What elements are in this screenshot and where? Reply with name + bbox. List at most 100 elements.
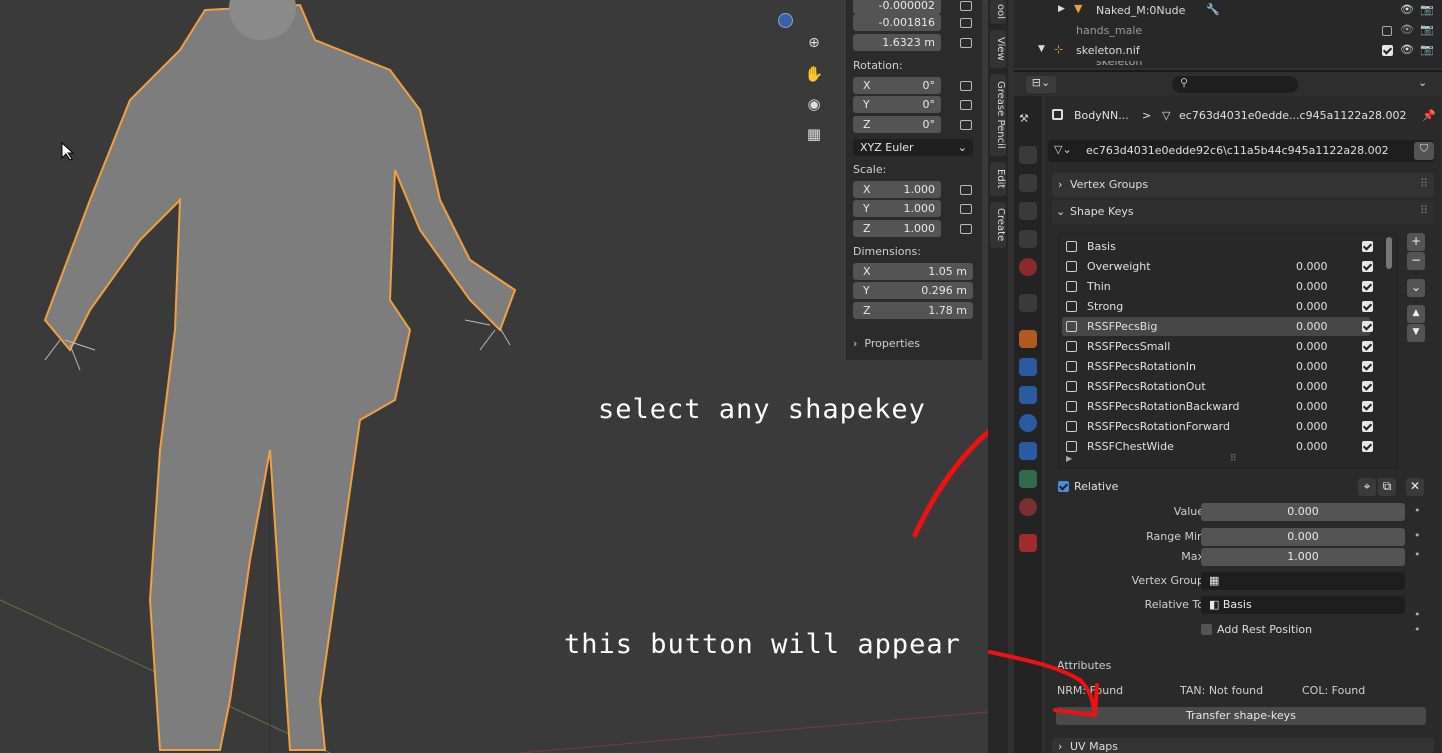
particles-icon[interactable] [1019,386,1037,404]
rotation-y-field[interactable]: Y 0° [853,96,941,113]
shape-key-mute-checkbox[interactable] [1362,401,1373,412]
shape-key-row[interactable]: Strong 0.000 [1062,297,1373,316]
relative-to-field[interactable]: ◧ Basis [1201,596,1405,614]
add-rest-position-checkbox[interactable] [1201,624,1212,635]
lock-icon[interactable] [960,204,972,214]
checkbox[interactable] [1382,26,1392,36]
dimension-x-field[interactable]: X 1.05 m [853,263,973,280]
scale-y-field[interactable]: Y 1.000 [853,200,941,217]
world-icon[interactable] [1019,258,1037,276]
mesh-data-icon[interactable] [1019,470,1037,488]
outliner-row[interactable]: ▼ ⊹ skeleton.nif 👁 📷 [1014,41,1442,61]
pin-shape-icon[interactable]: ⌖ [1358,478,1376,496]
shape-key-row[interactable]: Thin 0.000 [1062,277,1373,296]
scale-z-field[interactable]: Z 1.000 [853,220,941,237]
tab-tool[interactable]: ool [990,0,1006,24]
clear-shape-icon[interactable]: ✕ [1406,478,1424,496]
move-down-button[interactable]: ▼ [1407,324,1425,342]
scale-x-field[interactable]: X 1.000 [853,181,941,198]
search-input[interactable]: ⚲ [1172,76,1298,93]
max-field[interactable]: 1.000 [1201,548,1405,566]
outliner-row[interactable]: hands_male 👁 📷 [1014,21,1442,41]
value-field[interactable]: 0.000 [1201,503,1405,521]
chevron-down-icon[interactable]: ⌄ [1418,76,1427,89]
shape-key-row[interactable]: RSSFPecsRotationOut 0.000 [1062,377,1373,396]
dimension-y-field[interactable]: Y 0.296 m [853,282,973,299]
outliner-row[interactable]: ▶ ▼ Naked_M:0Nude 🔧 👁 📷 [1014,1,1442,21]
eye-icon[interactable]: 👁 [1400,3,1414,16]
rotation-z-field[interactable]: Z 0° [853,116,941,133]
lock-icon[interactable] [960,185,972,195]
shape-key-value[interactable]: 0.000 [1296,440,1328,453]
fake-user-shield-icon[interactable]: ⛉ [1414,142,1434,160]
move-up-button[interactable]: ▲ [1407,305,1425,323]
3d-viewport[interactable]: ⊕ ✋ ◉ ▦ -0.000002 -0.001816 1.6323 m Rot… [0,0,988,753]
shape-key-row[interactable]: RSSFPecsRotationIn 0.000 [1062,357,1373,376]
checkbox[interactable] [1382,45,1393,56]
vertex-group-field[interactable]: ▦ [1201,572,1405,590]
shape-key-value[interactable]: 0.000 [1296,360,1328,373]
shape-key-value[interactable]: 0.000 [1296,400,1328,413]
editor-type-icon[interactable]: ⊟⌄ [1026,76,1056,93]
tab-grease-pencil[interactable]: Grease Pencil [990,74,1006,156]
relative-checkbox[interactable] [1058,481,1069,492]
view-layer-icon[interactable] [1019,202,1037,220]
mesh-icon[interactable]: ▽⌄ [1054,143,1072,156]
material-icon[interactable] [1019,498,1037,516]
shape-key-mute-checkbox[interactable] [1362,321,1373,332]
shape-key-specials-button[interactable]: ⌄ [1407,279,1425,297]
add-shape-key-button[interactable]: + [1407,233,1425,251]
rotation-mode-select[interactable]: XYZ Euler ⌄ [853,139,973,156]
shape-key-mute-checkbox[interactable] [1362,301,1373,312]
shape-key-value[interactable]: 0.000 [1296,300,1328,313]
dimension-z-field[interactable]: Z 1.78 m [853,302,973,319]
camera-render-icon[interactable]: 📷 [1420,43,1434,56]
shape-key-value[interactable]: 0.000 [1296,340,1328,353]
lock-icon[interactable] [960,18,972,28]
remove-shape-key-button[interactable]: − [1407,252,1425,270]
shape-key-mute-checkbox[interactable] [1362,261,1373,272]
shape-key-value[interactable]: 0.000 [1296,280,1328,293]
shape-key-value[interactable]: 0.000 [1296,380,1328,393]
grid-icon[interactable]: ▦ [803,125,825,147]
location-z2-field[interactable]: 1.6323 m [853,34,941,51]
shape-key-row[interactable]: RSSFPecsRotationForward 0.000 [1062,417,1373,436]
hand-pan-icon[interactable]: ✋ [803,65,825,87]
edit-mode-shape-icon[interactable]: ⧉ [1378,478,1396,496]
location-y-field[interactable]: -0.001816 [853,14,941,31]
object-icon[interactable] [1019,330,1037,348]
zoom-icon[interactable]: ⊕ [803,35,825,57]
outliner-row[interactable]: skeleton [1014,61,1442,68]
shape-key-value[interactable]: 0.000 [1296,260,1328,273]
lock-icon[interactable] [960,1,972,11]
shape-key-row[interactable]: RSSFPecsRotationBackward 0.000 [1062,397,1373,416]
render-icon[interactable] [1019,146,1037,164]
constraints-icon[interactable] [1019,442,1037,460]
location-z-field[interactable]: -0.000002 [853,0,941,14]
shape-key-row[interactable]: RSSFChestWide 0.000 [1062,437,1373,456]
shape-key-mute-checkbox[interactable] [1362,241,1373,252]
output-icon[interactable] [1019,174,1037,192]
modifier-icon[interactable] [1019,358,1037,376]
lock-icon[interactable] [960,224,972,234]
eye-icon[interactable]: 👁 [1400,43,1414,56]
mesh-datablock-field[interactable]: ▽⌄ ec763d4031e0edde92c6\c11a5b44c945a112… [1048,140,1434,162]
shape-key-mute-checkbox[interactable] [1362,441,1373,452]
shape-key-mute-checkbox[interactable] [1362,421,1373,432]
camera-render-icon[interactable]: 📷 [1420,23,1434,36]
scene-icon[interactable] [1019,230,1037,248]
rotation-x-field[interactable]: X 0° [853,77,941,94]
shape-key-row[interactable]: Overweight 0.000 [1062,257,1373,276]
shape-key-list-scrollbar[interactable] [1386,237,1392,269]
camera-render-icon[interactable]: 📷 [1420,3,1434,16]
shape-keys-section[interactable]: ⌄ Shape Keys ⠿ [1052,200,1434,224]
shape-key-row[interactable]: RSSFPecsSmall 0.000 [1062,337,1373,356]
shape-key-mute-checkbox[interactable] [1362,361,1373,372]
lock-icon[interactable] [960,38,972,48]
shape-key-value[interactable]: 0.000 [1296,420,1328,433]
shape-key-value[interactable]: 0.000 [1296,320,1328,333]
tab-create[interactable]: Create [990,202,1006,248]
camera-icon[interactable]: ◉ [803,95,825,117]
vertex-groups-section[interactable]: › Vertex Groups ⠿ [1052,173,1434,197]
shape-key-row[interactable]: Basis [1062,237,1373,256]
